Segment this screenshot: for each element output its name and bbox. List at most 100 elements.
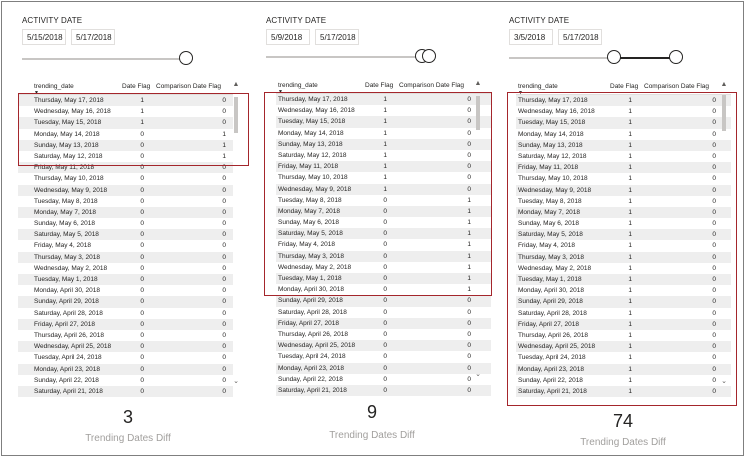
cell-comparison-date-flag: 0 [467, 297, 471, 305]
cell-comparison-date-flag: 0 [222, 309, 226, 317]
table-row[interactable]: Friday, May 4, 2018 0 0 [18, 240, 233, 251]
cell-date-flag: 0 [140, 208, 144, 216]
table-row[interactable]: Saturday, May 5, 2018 0 0 [18, 229, 233, 241]
cell-comparison-date-flag: 0 [467, 386, 471, 394]
cell-trending-date: Wednesday, April 25, 2018 [278, 342, 356, 350]
start-date-input[interactable]: 5/15/2018 [22, 29, 66, 45]
start-date-input[interactable]: 3/5/2018 [509, 29, 553, 45]
cell-trending-date: Sunday, April 29, 2018 [278, 297, 343, 305]
cell-trending-date: Saturday, April 21, 2018 [278, 386, 347, 394]
chevron-up-icon[interactable]: ▲ [232, 81, 240, 88]
cell-comparison-date-flag: 0 [222, 276, 226, 283]
cell-date-flag: 0 [140, 354, 144, 362]
column-header-comparison-date-flag[interactable]: Comparison Date Flag [399, 82, 464, 89]
slicer-title: ACTIVITY DATE [509, 16, 570, 25]
date-panel-2: ACTIVITY DATE 5/9/2018 5/17/2018 trendin… [252, 2, 492, 457]
cell-date-flag: 0 [140, 264, 144, 272]
cell-trending-date: Sunday, April 29, 2018 [34, 298, 99, 306]
table-row[interactable]: Monday, April 30, 2018 0 0 [18, 285, 233, 296]
cell-trending-date: Saturday, April 28, 2018 [278, 308, 347, 316]
kpi-value: 74 [612, 411, 634, 431]
table-row[interactable]: Sunday, April 22, 2018 0 0 [18, 375, 233, 386]
slider-track[interactable] [266, 56, 428, 58]
column-header-date-flag[interactable]: Date Flag [610, 83, 638, 90]
cell-date-flag: 0 [140, 253, 144, 261]
cell-comparison-date-flag: 0 [222, 264, 226, 272]
table-row[interactable]: Sunday, April 22, 2018 0 0 [276, 374, 491, 385]
table-row[interactable]: Sunday, April 29, 2018 0 0 [276, 295, 491, 307]
cell-date-flag: 0 [383, 330, 387, 338]
kpi-value: 3 [122, 407, 133, 427]
cell-date-flag: 0 [140, 343, 144, 351]
table-row[interactable]: Tuesday, May 8, 2018 0 0 [18, 196, 233, 207]
slider-start-handle[interactable] [607, 50, 621, 64]
column-header-trending-date[interactable]: trending_date [278, 82, 318, 89]
table-row[interactable]: Tuesday, May 1, 2018 0 0 [18, 274, 233, 286]
table-row[interactable]: Tuesday, April 24, 2018 0 0 [276, 351, 491, 362]
table-row[interactable]: Friday, April 27, 2018 0 0 [18, 318, 233, 330]
cell-comparison-date-flag: 0 [222, 376, 226, 384]
table-row[interactable]: Friday, April 27, 2018 0 0 [276, 317, 491, 329]
column-header-trending-date[interactable]: trending_date [34, 83, 74, 90]
table-row[interactable]: Monday, April 23, 2018 0 0 [18, 363, 233, 375]
date-panel-1: ACTIVITY DATE 5/15/2018 5/17/2018 trendi… [8, 2, 249, 457]
end-date-input[interactable]: 5/17/2018 [71, 29, 115, 45]
column-header-date-flag[interactable]: Date Flag [365, 82, 393, 89]
table-row[interactable]: Wednesday, April 25, 2018 0 0 [276, 340, 491, 352]
cell-comparison-date-flag: 0 [222, 387, 226, 395]
slider-end-handle[interactable] [669, 50, 683, 64]
end-date-input[interactable]: 5/17/2018 [558, 29, 602, 45]
table-row[interactable]: Monday, April 23, 2018 0 0 [276, 362, 491, 374]
cell-date-flag: 0 [383, 386, 387, 394]
end-date-input[interactable]: 5/17/2018 [315, 29, 359, 45]
table-row[interactable]: Sunday, April 29, 2018 0 0 [18, 296, 233, 308]
table-row[interactable]: Saturday, April 21, 2018 0 0 [18, 385, 233, 398]
highlight-box [18, 93, 249, 166]
column-header-trending-date[interactable]: trending_date [518, 83, 558, 90]
cell-date-flag: 0 [140, 276, 144, 283]
column-header-date-flag[interactable]: Date Flag [122, 83, 150, 90]
table-row[interactable]: Saturday, April 28, 2018 0 0 [276, 307, 491, 318]
cell-comparison-date-flag: 0 [467, 342, 471, 350]
kpi-label: Trending Dates Diff [329, 430, 415, 441]
cell-trending-date: Saturday, May 5, 2018 [34, 231, 99, 239]
table-row[interactable]: Thursday, May 10, 2018 0 0 [18, 173, 233, 184]
slider-end-handle[interactable] [179, 51, 193, 65]
slicer-title: ACTIVITY DATE [22, 16, 83, 25]
table-row[interactable]: Sunday, May 6, 2018 0 0 [18, 218, 233, 229]
chevron-up-icon[interactable]: ▲ [720, 81, 728, 88]
table-row[interactable]: Thursday, April 26, 2018 0 0 [18, 330, 233, 341]
cell-date-flag: 0 [140, 287, 144, 295]
start-date-input[interactable]: 5/9/2018 [266, 29, 310, 45]
cell-comparison-date-flag: 0 [222, 242, 226, 250]
cell-trending-date: Thursday, May 3, 2018 [34, 253, 100, 261]
table-row[interactable]: Thursday, April 26, 2018 0 0 [276, 329, 491, 340]
cell-comparison-date-flag: 0 [222, 220, 226, 228]
cell-date-flag: 0 [140, 376, 144, 384]
table-row[interactable]: Saturday, April 28, 2018 0 0 [18, 308, 233, 319]
column-header-comparison-date-flag[interactable]: Comparison Date Flag [156, 83, 221, 90]
chevron-up-icon[interactable]: ▲ [474, 80, 482, 87]
chevron-down-icon[interactable]: ⌄ [474, 370, 482, 378]
table-row[interactable]: Tuesday, April 24, 2018 0 0 [18, 352, 233, 363]
cell-date-flag: 0 [140, 387, 144, 395]
cell-trending-date: Tuesday, April 24, 2018 [278, 353, 346, 361]
cell-trending-date: Friday, May 4, 2018 [34, 242, 91, 250]
table-row[interactable]: Thursday, May 3, 2018 0 0 [18, 251, 233, 263]
chevron-down-icon[interactable]: ⌄ [232, 377, 240, 385]
cell-date-flag: 0 [140, 175, 144, 183]
column-header-comparison-date-flag[interactable]: Comparison Date Flag [644, 83, 709, 90]
table-row[interactable]: Wednesday, May 9, 2018 0 0 [18, 184, 233, 196]
cell-trending-date: Saturday, April 21, 2018 [34, 387, 103, 395]
kpi-value: 9 [366, 402, 377, 422]
cell-trending-date: Sunday, April 22, 2018 [34, 376, 99, 384]
table-row[interactable]: Monday, May 7, 2018 0 0 [18, 206, 233, 219]
kpi-label: Trending Dates Diff [85, 433, 171, 444]
slider-end-handle[interactable] [422, 49, 436, 63]
table-row[interactable]: Wednesday, April 25, 2018 0 0 [18, 341, 233, 353]
cell-comparison-date-flag: 0 [467, 319, 471, 327]
slider-track[interactable] [22, 58, 188, 60]
table-row[interactable]: Wednesday, May 2, 2018 0 0 [18, 263, 233, 274]
kpi-label: Trending Dates Diff [580, 437, 666, 448]
table-row[interactable]: Saturday, April 21, 2018 0 0 [276, 384, 491, 397]
